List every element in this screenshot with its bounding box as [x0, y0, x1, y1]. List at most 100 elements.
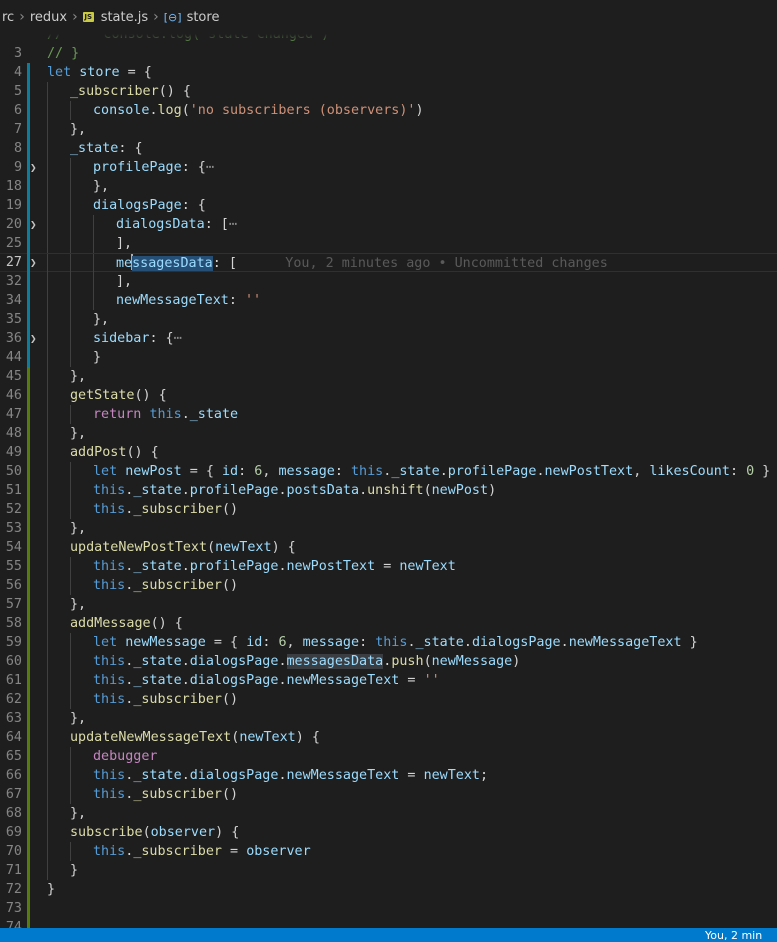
code-token: .	[181, 483, 190, 498]
code-line[interactable]: 67 this._subscriber()	[0, 785, 777, 804]
code-token: (	[423, 483, 432, 498]
breadcrumb-symbol-store[interactable]: store	[185, 10, 222, 25]
code-line[interactable]: 72}	[0, 880, 777, 899]
git-change-indicator	[27, 386, 30, 405]
code-line[interactable]: 65 debugger	[0, 747, 777, 766]
code-token: .	[181, 407, 190, 422]
code-text: },	[70, 519, 86, 538]
fold-chevron-icon[interactable]: ❯	[30, 215, 42, 234]
code-line[interactable]: 64 updateNewMessageText(newText) {	[0, 728, 777, 747]
breadcrumb-folder-redux[interactable]: redux	[28, 10, 69, 25]
git-change-indicator	[27, 481, 30, 500]
code-line[interactable]: 25],	[0, 234, 777, 253]
code-line[interactable]: 35},	[0, 310, 777, 329]
code-line[interactable]: 63},	[0, 709, 777, 728]
fold-chevron-icon[interactable]: ❯	[30, 329, 42, 348]
code-token: let	[93, 635, 118, 650]
code-line[interactable]: 56 this._subscriber()	[0, 576, 777, 595]
line-number: 68	[5, 806, 22, 821]
code-line[interactable]: 73	[0, 899, 777, 918]
code-line[interactable]: 32],	[0, 272, 777, 291]
code-text: },	[70, 595, 86, 614]
code-line[interactable]: 59 let newMessage = { id: 6, message: thi…	[0, 633, 777, 652]
code-token: this	[93, 692, 126, 707]
code-token: push	[391, 654, 424, 669]
fold-chevron-icon[interactable]: ❯	[30, 158, 42, 177]
code-line[interactable]: 54 updateNewPostText(newText) {	[0, 538, 777, 557]
code-token: message	[302, 635, 360, 650]
code-line[interactable]: 69 subscribe(observer) {	[0, 823, 777, 842]
indent-guide	[47, 272, 48, 291]
code-line[interactable]: 66 this._state.dialogsPage.newMessageText…	[0, 766, 777, 785]
code-line[interactable]: 68},	[0, 804, 777, 823]
code-line[interactable]: 74	[0, 918, 777, 928]
line-number: 25	[5, 236, 22, 251]
code-line[interactable]: 51 this._state.profilePage.postsData.unsh…	[0, 481, 777, 500]
code-line[interactable]: 58 addMessage() {	[0, 614, 777, 633]
git-change-indicator	[27, 63, 30, 82]
indent-guide	[70, 101, 71, 120]
code-token: _state	[70, 141, 119, 156]
git-change-indicator	[27, 291, 30, 310]
code-line[interactable]: 55 this._state.profilePage.newPostText = …	[0, 557, 777, 576]
code-line[interactable]: 70 this._subscriber = observer	[0, 842, 777, 861]
indent-guide	[70, 690, 71, 709]
code-line[interactable]: 49 addPost() {	[0, 443, 777, 462]
code-line[interactable]: 61 this._state.dialogsPage.newMessageText…	[0, 671, 777, 690]
code-line[interactable]: 48},	[0, 424, 777, 443]
code-token: subscribe	[70, 825, 143, 840]
code-line[interactable]: 44}	[0, 348, 777, 367]
git-change-indicator	[27, 348, 30, 367]
code-line[interactable]: 6 console.log('no subscribers (observers)…	[0, 101, 777, 120]
code-line[interactable]: 46 getState() {	[0, 386, 777, 405]
git-blame-status[interactable]: You, 2 min	[705, 929, 762, 942]
code-line[interactable]: 5 _subscriber() {	[0, 82, 777, 101]
code-line[interactable]: 36 ❯ sidebar: {⋯	[0, 329, 777, 348]
indent-guide	[70, 481, 71, 500]
code-line[interactable]: 52 this._subscriber()	[0, 500, 777, 519]
code-line[interactable]: 7},	[0, 120, 777, 139]
line-number: 49	[5, 445, 22, 460]
code-text: ],	[116, 234, 132, 253]
code-line[interactable]: 18},	[0, 177, 777, 196]
indent-guide	[47, 519, 48, 538]
code-line[interactable]: 9 ❯ profilePage: {⋯	[0, 158, 777, 177]
git-change-indicator	[27, 671, 30, 690]
breadcrumb-folder-src[interactable]: rc	[0, 10, 16, 25]
code-line[interactable]: 20 ❯ dialogsData: [⋯	[0, 215, 777, 234]
code-token: newPostText	[544, 464, 634, 479]
git-change-indicator	[27, 538, 30, 557]
code-token: updateNewPostText	[70, 540, 208, 555]
code-token: this	[93, 502, 126, 517]
code-line[interactable]: 45},	[0, 367, 777, 386]
code-line[interactable]: 57},	[0, 595, 777, 614]
code-token: _state	[415, 635, 464, 650]
breadcrumb-file-state-js[interactable]: state.js	[99, 10, 150, 25]
code-line[interactable]: 4 let store = {	[0, 63, 777, 82]
code-line[interactable]: 34 newMessageText: ''	[0, 291, 777, 310]
code-token: )	[415, 103, 424, 118]
code-line[interactable]: 3 // }	[0, 44, 777, 63]
git-change-indicator	[27, 652, 30, 671]
code-line[interactable]: 60 this._state.dialogsPage.messagesData.p…	[0, 652, 777, 671]
code-line-current[interactable]: 27 ❯ messagesData: [ You, 2 minutes ago • …	[0, 253, 777, 273]
code-line[interactable]: 62 this._subscriber()	[0, 690, 777, 709]
code-text: },	[93, 177, 109, 196]
code-line[interactable]: 53},	[0, 519, 777, 538]
fold-chevron-icon[interactable]: ❯	[30, 253, 42, 272]
code-line[interactable]: 19 dialogsPage: {	[0, 196, 777, 215]
code-token: },	[93, 179, 110, 194]
code-line[interactable]: 71}	[0, 861, 777, 880]
code-token: let	[93, 464, 118, 479]
code-text: this._state.profilePage.postsData.unshif…	[93, 481, 496, 500]
code-editor[interactable]: // console.log('state changed')3// }4let…	[0, 34, 777, 928]
code-token: : {	[181, 198, 206, 213]
code-line[interactable]: 47 return this._state	[0, 405, 777, 424]
code-text: _state: {	[70, 139, 143, 158]
code-line[interactable]: 8 _state: {	[0, 139, 777, 158]
indent-guide	[93, 215, 94, 234]
code-token: newText	[239, 730, 296, 745]
code-line[interactable]: 50 let newPost = { id: 6, message: this._…	[0, 462, 777, 481]
indent-guide	[47, 804, 48, 823]
line-number: 66	[5, 768, 22, 783]
